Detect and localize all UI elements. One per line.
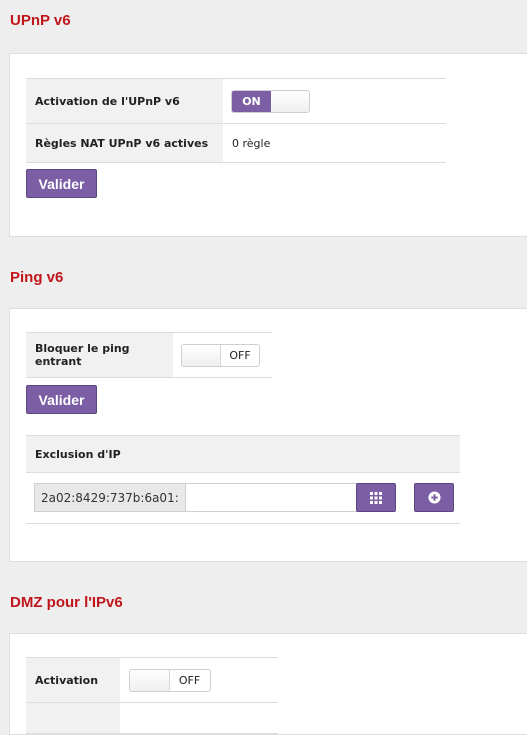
upnp-activation-toggle[interactable]: ON [231, 89, 310, 113]
grid-icon [370, 491, 382, 504]
ping-card: Bloquer le ping entrant OFF Valider Excl… [9, 308, 527, 562]
dmz-activation-label: Activation [26, 658, 120, 702]
ip-exclusion-header-label: Exclusion d'IP [35, 447, 121, 461]
ip-exclusion-header: Exclusion d'IP [26, 435, 460, 473]
toggle-knob [182, 344, 220, 366]
dmz-section-title: DMZ pour l'IPv6 [10, 594, 123, 611]
ip-exclusion-table: Exclusion d'IP 2a02:8429:737b:6a01: [26, 435, 460, 524]
toggle-knob [130, 669, 169, 691]
upnp-submit-button[interactable]: Valider [26, 169, 97, 198]
toggle-on-label: ON [232, 90, 271, 112]
toggle-knob [270, 90, 309, 112]
toggle-off-label: OFF [220, 344, 259, 366]
toggle-off-label: OFF [169, 669, 209, 691]
ping-block-toggle[interactable]: OFF [181, 343, 260, 367]
upnp-card: Activation de l'UPnP v6 ON Règles NAT UP… [9, 53, 527, 237]
upnp-rules-value: 0 règle [232, 136, 271, 150]
dmz-card: Activation OFF [9, 633, 527, 735]
add-ip-button[interactable] [414, 483, 454, 512]
ip-exclusion-row: 2a02:8429:737b:6a01: [26, 473, 460, 524]
upnp-activation-label: Activation de l'UPnP v6 [26, 79, 223, 123]
dmz-settings-table: Activation OFF [26, 657, 278, 734]
dmz-activation-toggle[interactable]: OFF [129, 668, 211, 692]
ping-section-title: Ping v6 [10, 269, 64, 286]
upnp-settings-table: Activation de l'UPnP v6 ON Règles NAT UP… [26, 78, 446, 163]
ip-picker-button[interactable] [356, 483, 396, 512]
upnp-rules-label: Règles NAT UPnP v6 actives [26, 124, 223, 162]
ipv6-suffix-input[interactable] [185, 484, 357, 511]
ipv6-input-group: 2a02:8429:737b:6a01: [34, 483, 358, 512]
ping-settings-table: Bloquer le ping entrant OFF [26, 332, 272, 378]
ipv6-prefix: 2a02:8429:737b:6a01: [35, 484, 186, 511]
dmz-next-row-label [26, 703, 120, 733]
ping-submit-button[interactable]: Valider [26, 385, 97, 414]
upnp-section-title: UPnP v6 [10, 12, 71, 29]
plus-circle-icon [427, 491, 441, 504]
ping-block-label: Bloquer le ping entrant [26, 333, 173, 377]
